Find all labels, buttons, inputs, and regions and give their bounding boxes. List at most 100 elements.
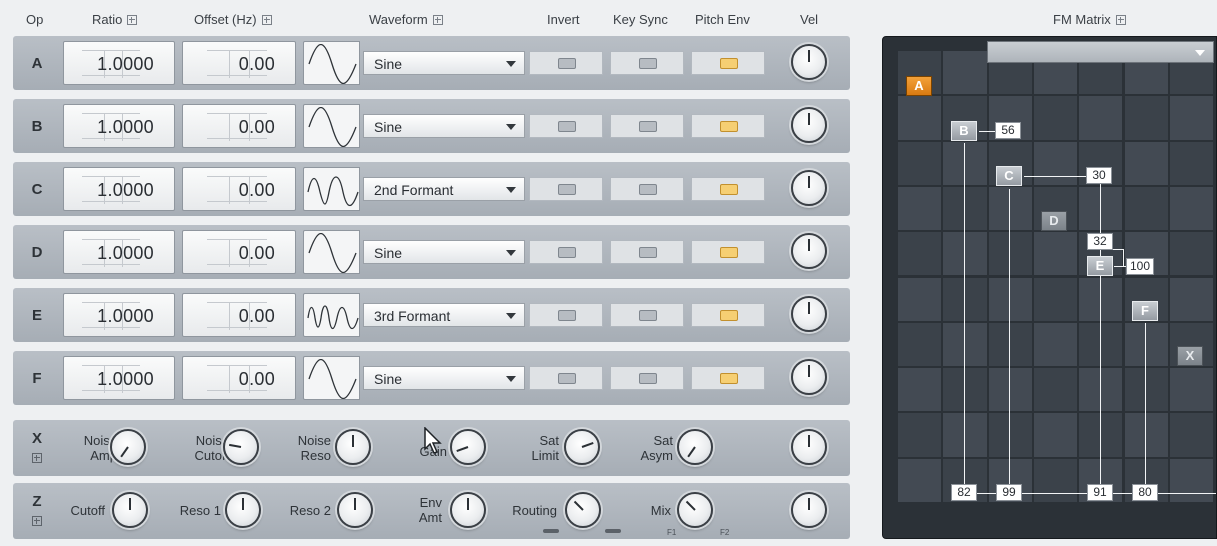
matrix-cell[interactable]	[988, 277, 1032, 321]
routing-knob[interactable]	[565, 492, 601, 528]
amount-out-c[interactable]: 99	[996, 484, 1022, 501]
waveform-select[interactable]: Sine	[363, 114, 525, 138]
header-fm-matrix[interactable]: FM Matrix	[1053, 12, 1126, 27]
velocity-knob[interactable]	[791, 170, 827, 206]
ratio-field[interactable]: 1.0000	[63, 41, 175, 85]
expand-icon[interactable]	[261, 15, 272, 25]
matrix-cell[interactable]	[1169, 277, 1214, 321]
invert-toggle[interactable]	[529, 303, 603, 327]
matrix-cell[interactable]	[1124, 186, 1168, 231]
matrix-cell[interactable]	[988, 232, 1032, 276]
matrix-cell[interactable]	[898, 232, 942, 276]
pitch-env-toggle[interactable]	[691, 240, 765, 264]
key-sync-toggle[interactable]	[610, 51, 684, 75]
sat-asym-knob[interactable]	[677, 429, 713, 465]
matrix-cell[interactable]	[1033, 458, 1078, 502]
invert-toggle[interactable]	[529, 240, 603, 264]
matrix-cell[interactable]	[898, 368, 942, 412]
offset-field[interactable]: 0.00	[182, 104, 296, 148]
header-ratio[interactable]: Ratio	[92, 12, 138, 27]
matrix-cell[interactable]	[898, 322, 942, 367]
noise-cutoff-knob[interactable]	[223, 429, 259, 465]
matrix-cell[interactable]	[898, 413, 942, 457]
pitch-env-toggle[interactable]	[691, 177, 765, 201]
amount-e-top[interactable]: 32	[1087, 233, 1113, 250]
expand-icon[interactable]	[1115, 15, 1126, 25]
invert-toggle[interactable]	[529, 366, 603, 390]
pitch-env-toggle[interactable]	[691, 114, 765, 138]
offset-field[interactable]: 0.00	[182, 41, 296, 85]
header-waveform[interactable]: Waveform	[369, 12, 443, 27]
matrix-cell[interactable]	[988, 186, 1032, 231]
matrix-cell[interactable]	[1124, 368, 1168, 412]
matrix-cell[interactable]	[898, 141, 942, 185]
matrix-node-x[interactable]: X	[1177, 346, 1203, 366]
expand-icon[interactable]	[127, 15, 138, 25]
key-sync-toggle[interactable]	[610, 114, 684, 138]
z-vel-knob[interactable]	[791, 492, 827, 528]
velocity-knob[interactable]	[791, 359, 827, 395]
matrix-cell[interactable]	[1169, 141, 1214, 185]
header-offset[interactable]: Offset (Hz)	[194, 12, 272, 27]
reso2-knob[interactable]	[337, 492, 373, 528]
ratio-field[interactable]: 1.0000	[63, 167, 175, 211]
matrix-cell[interactable]	[898, 186, 942, 231]
noise-amp-knob[interactable]	[110, 429, 146, 465]
matrix-node-e[interactable]: E	[1087, 256, 1113, 276]
key-sync-toggle[interactable]	[610, 240, 684, 264]
waveform-select[interactable]: 2nd Formant	[363, 177, 525, 201]
matrix-cell[interactable]	[1169, 458, 1214, 502]
amount-out-f[interactable]: 80	[1132, 484, 1158, 501]
waveform-select[interactable]: 3rd Formant	[363, 303, 525, 327]
matrix-cell[interactable]	[988, 368, 1032, 412]
amount-out-b[interactable]: 82	[951, 484, 977, 501]
matrix-cell[interactable]	[1033, 322, 1078, 367]
velocity-knob[interactable]	[791, 107, 827, 143]
matrix-cell[interactable]	[1169, 413, 1214, 457]
matrix-cell[interactable]	[988, 413, 1032, 457]
velocity-knob[interactable]	[791, 233, 827, 269]
x-vel-knob[interactable]	[791, 429, 827, 465]
matrix-cell[interactable]	[1079, 96, 1123, 140]
matrix-cell[interactable]	[1169, 368, 1214, 412]
matrix-cell[interactable]	[943, 51, 987, 95]
matrix-node-f[interactable]: F	[1132, 301, 1158, 321]
key-sync-toggle[interactable]	[610, 366, 684, 390]
matrix-node-b[interactable]: B	[951, 121, 977, 141]
matrix-cell[interactable]	[1033, 413, 1078, 457]
waveform-select[interactable]: Sine	[363, 51, 525, 75]
noise-reso-knob[interactable]	[335, 429, 371, 465]
amount-e-input[interactable]: 100	[1126, 258, 1155, 275]
matrix-preset-dropdown[interactable]	[987, 41, 1214, 63]
matrix-cell[interactable]	[1124, 413, 1168, 457]
matrix-cell[interactable]	[898, 96, 942, 140]
offset-field[interactable]: 0.00	[182, 293, 296, 337]
matrix-node-d[interactable]: D	[1041, 211, 1067, 231]
matrix-cell[interactable]	[1033, 232, 1078, 276]
matrix-cell[interactable]	[1124, 141, 1168, 185]
matrix-cell[interactable]	[898, 277, 942, 321]
waveform-select[interactable]: Sine	[363, 240, 525, 264]
expand-icon[interactable]	[32, 516, 42, 526]
pitch-env-toggle[interactable]	[691, 366, 765, 390]
matrix-cell[interactable]	[1033, 141, 1078, 185]
waveform-select[interactable]: Sine	[363, 366, 525, 390]
reso1-knob[interactable]	[225, 492, 261, 528]
fm-matrix[interactable]: A B C D E F X 56 30 32 100 82 99 91 80	[882, 36, 1217, 539]
invert-toggle[interactable]	[529, 114, 603, 138]
velocity-knob[interactable]	[791, 44, 827, 80]
offset-field[interactable]: 0.00	[182, 230, 296, 274]
amount-c-input[interactable]: 30	[1086, 167, 1112, 184]
pitch-env-toggle[interactable]	[691, 303, 765, 327]
key-sync-toggle[interactable]	[610, 177, 684, 201]
mix-knob[interactable]	[677, 492, 713, 528]
amount-out-e[interactable]: 91	[1087, 484, 1113, 501]
matrix-cell[interactable]	[1124, 96, 1168, 140]
matrix-node-a[interactable]: A	[906, 76, 932, 96]
gain-knob[interactable]	[450, 429, 486, 465]
matrix-cell[interactable]	[988, 322, 1032, 367]
env-amt-knob[interactable]	[450, 492, 486, 528]
pitch-env-toggle[interactable]	[691, 51, 765, 75]
expand-icon[interactable]	[432, 15, 443, 25]
matrix-node-c[interactable]: C	[996, 166, 1022, 186]
